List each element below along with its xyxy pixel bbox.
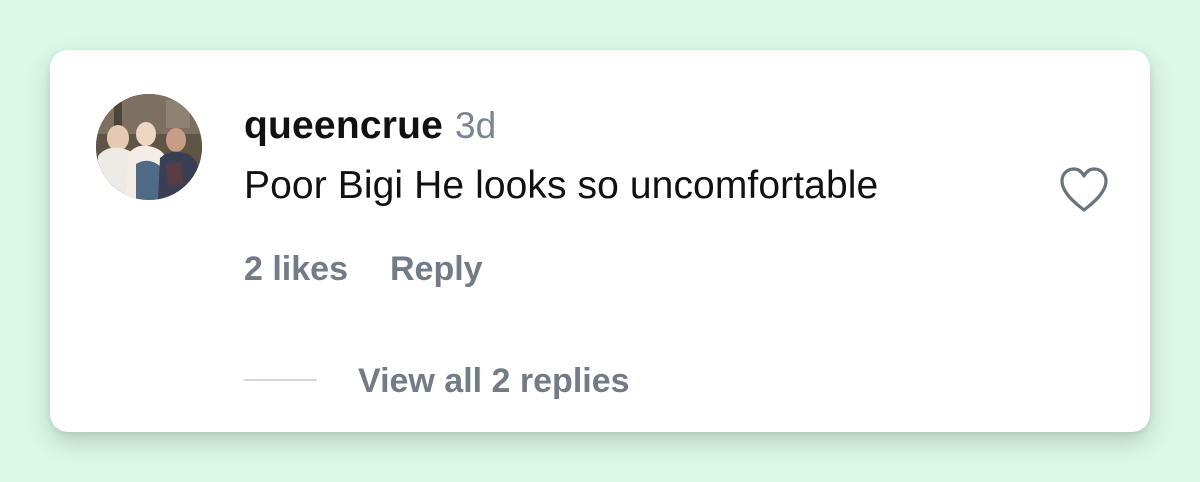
view-replies-button[interactable]: View all 2 replies	[358, 362, 630, 401]
comment-text: Poor Bigi He looks so uncomfortable	[244, 164, 879, 207]
comment-header: queencrue 3d	[244, 104, 496, 148]
comment-card: queencrue 3d Poor Bigi He looks so uncom…	[50, 50, 1150, 432]
username[interactable]: queencrue	[244, 104, 443, 148]
avatar[interactable]	[96, 94, 202, 200]
comment-timestamp[interactable]: 3d	[455, 105, 496, 147]
like-button-graphic	[1060, 167, 1108, 212]
reply-button[interactable]: Reply	[390, 250, 483, 289]
replies-divider	[244, 379, 317, 381]
heart-outline-icon[interactable]	[1058, 166, 1110, 214]
likes-count[interactable]: 2 likes	[244, 250, 348, 289]
comment-actions: 2 likes Reply	[244, 250, 483, 289]
avatar-photo	[96, 94, 202, 200]
